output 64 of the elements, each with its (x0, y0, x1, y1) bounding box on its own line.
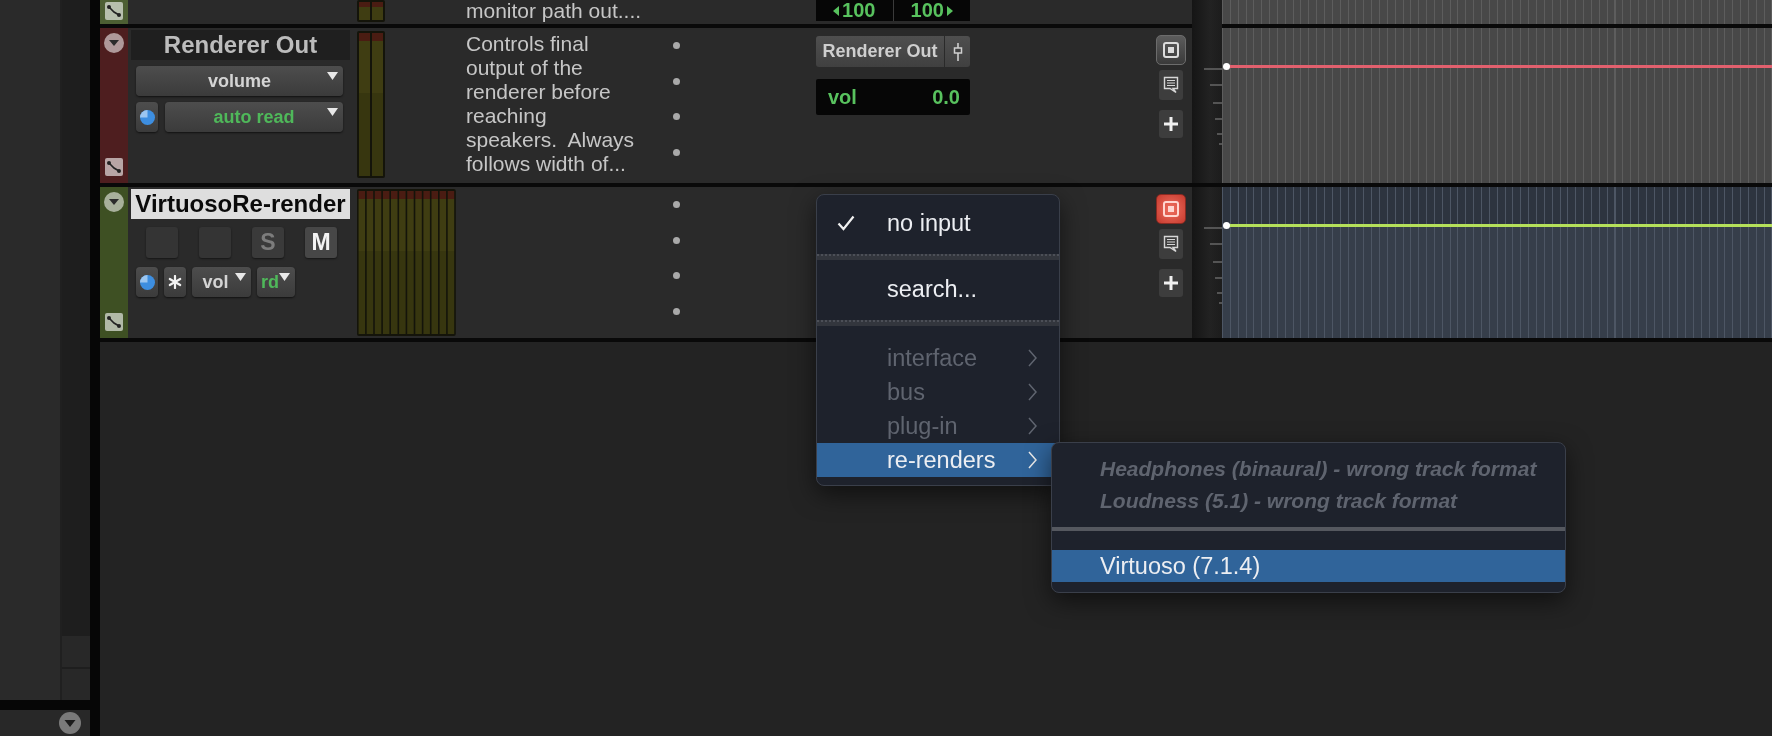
connected-nodes-icon[interactable] (105, 313, 123, 331)
plus-icon (1164, 276, 1178, 290)
view-dropdown[interactable]: vol (192, 267, 251, 297)
automation-mode-dropdown[interactable]: rd (257, 267, 295, 297)
connected-nodes-icon[interactable] (105, 158, 123, 176)
add-button[interactable] (1159, 110, 1183, 138)
track-comment: Controls final output of the renderer before reaching speakers. Always follows width of... (466, 32, 636, 176)
volume-label: vol (828, 85, 857, 109)
square-icon (1163, 42, 1179, 58)
automation-button[interactable] (136, 267, 158, 297)
asterisk-icon (168, 275, 182, 289)
output-button[interactable]: Renderer Out (816, 36, 970, 67)
dropdown-icon[interactable] (59, 712, 81, 734)
caret-icon (327, 108, 338, 116)
left-triangle-icon (833, 5, 840, 16)
dot-icon (673, 113, 680, 121)
collapse-icon[interactable] (104, 192, 124, 212)
collapse-icon[interactable] (104, 33, 124, 53)
caret-icon (279, 273, 290, 281)
dot-icon (673, 272, 680, 280)
toggle-button[interactable]: M (305, 227, 337, 258)
dot-icon (673, 42, 680, 50)
square-icon (1163, 201, 1179, 217)
pan-value: 100 (910, 0, 944, 22)
dot-icon (673, 77, 680, 85)
breakpoint-icon (1223, 222, 1230, 229)
speech-bubble-icon (1163, 235, 1179, 253)
caret-icon (235, 273, 246, 281)
fader-icon (952, 42, 963, 61)
track-name[interactable]: VirtuosoRe-render (131, 189, 350, 219)
automation-button[interactable] (136, 102, 158, 132)
comments-button[interactable] (1159, 70, 1183, 100)
add-button[interactable] (1159, 269, 1183, 297)
right-triangle-icon (946, 5, 953, 16)
chevron-icon (1028, 349, 1037, 367)
check-icon (837, 214, 855, 232)
square-toggle-button[interactable] (1156, 194, 1186, 224)
automation-mode-dropdown[interactable]: auto read (165, 102, 343, 132)
breakpoint-icon (1223, 63, 1230, 70)
speech-bubble-icon (1163, 76, 1179, 94)
menu-item[interactable]: no input (817, 206, 1059, 240)
pan-value: 100 (842, 0, 876, 22)
caret-icon (327, 72, 338, 80)
square-toggle-button[interactable] (1156, 35, 1186, 65)
chevron-icon (1028, 417, 1037, 435)
view-dropdown[interactable]: volume (136, 66, 343, 96)
dot-icon (673, 236, 680, 244)
volume-display[interactable]: vol 0.0 (816, 79, 970, 115)
pie-icon (139, 109, 155, 125)
dot-icon (673, 201, 680, 209)
chevron-icon (1028, 383, 1037, 401)
menu-item[interactable]: Virtuoso (7.1.4) (1052, 550, 1565, 582)
dot-icon (673, 307, 680, 315)
track-comment: monitor path out.... (466, 0, 642, 22)
track-name[interactable]: Renderer Out (131, 30, 350, 60)
pie-icon (139, 274, 155, 290)
connected-nodes-icon[interactable] (105, 2, 123, 20)
menu-item[interactable]: search... (817, 272, 1059, 306)
asterisk-button[interactable] (164, 267, 186, 297)
volume-value: 0.0 (932, 85, 960, 109)
chevron-icon (1028, 451, 1037, 469)
comments-button[interactable] (1159, 229, 1183, 259)
plus-icon (1164, 117, 1178, 131)
dot-icon (673, 148, 680, 156)
